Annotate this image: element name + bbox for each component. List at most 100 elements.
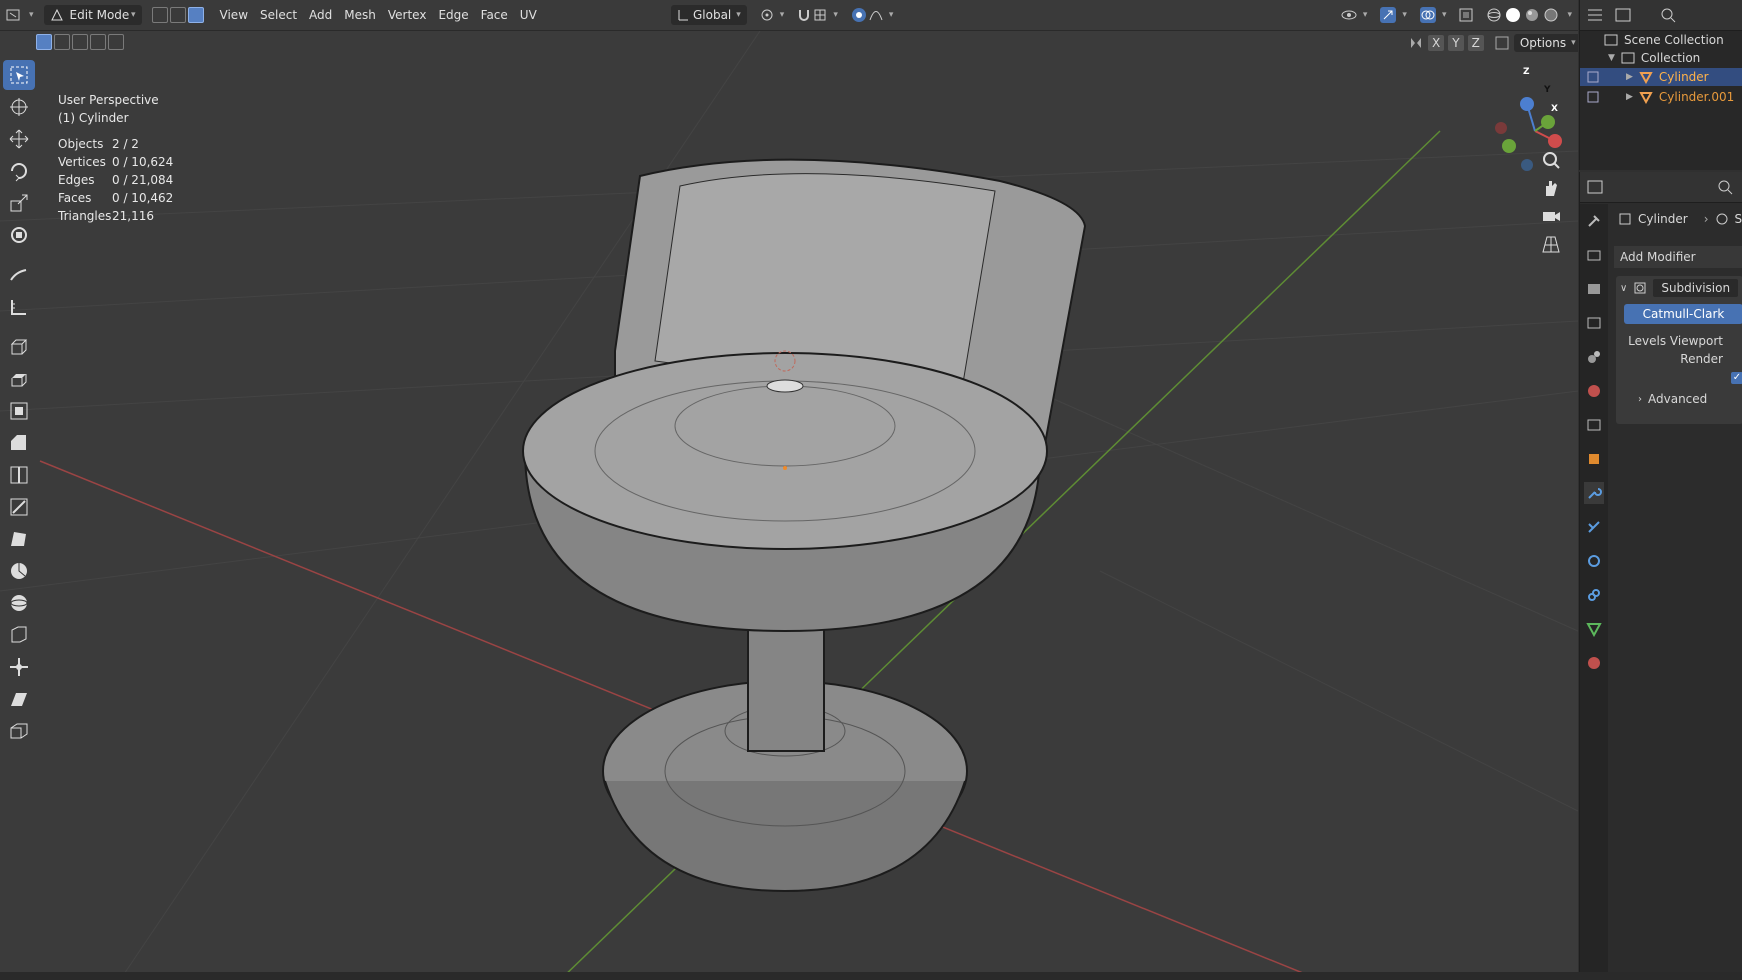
- select-extend-icon[interactable]: [54, 34, 70, 50]
- tab-material[interactable]: [1584, 652, 1604, 674]
- menu-add[interactable]: Add: [303, 4, 338, 26]
- outliner-item-cylinder[interactable]: ▶ Cylinder: [1580, 68, 1742, 86]
- display-mode-icon[interactable]: [1614, 7, 1632, 23]
- tab-tool[interactable]: [1584, 210, 1604, 232]
- options-dropdown[interactable]: Options ▾: [1513, 34, 1578, 52]
- subdivision-modifier-icon: [1634, 282, 1646, 294]
- wireframe-shading-icon[interactable]: [1486, 7, 1502, 23]
- edit-object-icon[interactable]: [1586, 90, 1600, 104]
- face-select-icon[interactable]: [187, 7, 204, 23]
- select-difference-icon[interactable]: [90, 34, 106, 50]
- gizmo-toggle-button[interactable]: ▾: [1373, 4, 1413, 26]
- outliner-item-cylinder-001[interactable]: ▶ Cylinder.001: [1580, 88, 1742, 106]
- collapse-arrow-icon[interactable]: ▼: [1608, 53, 1615, 63]
- perspective-grid-icon[interactable]: [1540, 233, 1562, 255]
- tool-knife[interactable]: [3, 492, 35, 522]
- tab-object[interactable]: [1584, 448, 1604, 470]
- tool-move[interactable]: [3, 124, 35, 154]
- edge-select-icon[interactable]: [169, 7, 186, 23]
- tab-physics[interactable]: [1584, 550, 1604, 572]
- menu-mesh[interactable]: Mesh: [338, 4, 382, 26]
- outliner-collection[interactable]: ▼ Collection: [1608, 49, 1700, 67]
- advanced-expand-icon: ›: [1638, 393, 1642, 405]
- tool-add-cube[interactable]: [3, 332, 35, 362]
- optimal-display-checkbox[interactable]: ✓: [1731, 372, 1742, 384]
- tool-select-box[interactable]: [3, 60, 35, 90]
- tool-rotate[interactable]: [3, 156, 35, 186]
- chair-model[interactable]: [522, 158, 1087, 893]
- tab-view-layer[interactable]: [1584, 312, 1604, 334]
- menu-uv[interactable]: UV: [514, 4, 543, 26]
- modifier-name-field[interactable]: Subdivision: [1653, 279, 1739, 297]
- expand-arrow-icon[interactable]: ▶: [1626, 72, 1633, 82]
- stat-value: 0 / 10,462: [112, 191, 174, 205]
- menu-view[interactable]: View: [214, 4, 254, 26]
- proportional-editing-button[interactable]: ▾: [844, 4, 900, 26]
- advanced-subpanel[interactable]: › Advanced: [1616, 388, 1742, 410]
- zoom-icon[interactable]: [1540, 149, 1562, 171]
- tab-output[interactable]: [1584, 278, 1604, 300]
- vertex-select-icon[interactable]: [151, 7, 168, 23]
- mirror-y-toggle[interactable]: Y: [1448, 35, 1464, 51]
- properties-search-icon[interactable]: [1717, 179, 1733, 195]
- overlays-button[interactable]: ▾: [1413, 4, 1453, 26]
- solid-shading-icon[interactable]: [1505, 7, 1521, 23]
- rendered-shading-icon[interactable]: [1543, 7, 1559, 23]
- edit-object-icon[interactable]: [1586, 70, 1600, 84]
- camera-icon[interactable]: [1540, 205, 1562, 227]
- tool-poly-build[interactable]: [3, 524, 35, 554]
- material-shading-icon[interactable]: [1524, 7, 1540, 23]
- origin-point: [783, 466, 787, 470]
- editor-type-button[interactable]: ▾: [0, 4, 40, 26]
- tool-transform[interactable]: [3, 220, 35, 250]
- mirror-x-toggle[interactable]: X: [1428, 35, 1445, 51]
- tool-measure[interactable]: [3, 292, 35, 322]
- tool-shrink-fatten[interactable]: [3, 652, 35, 682]
- tool-cursor[interactable]: [3, 92, 35, 122]
- tab-collection[interactable]: [1584, 414, 1604, 436]
- outliner-scene-collection[interactable]: Scene Collection: [1604, 31, 1724, 49]
- tab-data[interactable]: [1584, 618, 1604, 640]
- properties-editor-icon[interactable]: [1586, 179, 1604, 195]
- tab-particles[interactable]: [1584, 516, 1604, 538]
- menu-edge[interactable]: Edge: [432, 4, 474, 26]
- menu-face[interactable]: Face: [475, 4, 514, 26]
- mirror-z-toggle[interactable]: Z: [1467, 35, 1484, 51]
- tool-spin[interactable]: [3, 556, 35, 586]
- tool-edge-slide[interactable]: [3, 620, 35, 650]
- menu-select[interactable]: Select: [254, 4, 303, 26]
- tool-inset[interactable]: [3, 396, 35, 426]
- tool-annotate[interactable]: [3, 260, 35, 290]
- snap-button[interactable]: ▾: [790, 4, 844, 26]
- select-subtract-icon[interactable]: [72, 34, 88, 50]
- catmull-clark-button[interactable]: Catmull-Clark: [1624, 304, 1742, 324]
- auto-merge-icon[interactable]: [1494, 35, 1510, 51]
- outliner-editor-icon[interactable]: [1586, 7, 1604, 23]
- tool-rip[interactable]: [3, 716, 35, 746]
- xray-button[interactable]: [1452, 4, 1480, 26]
- tab-world[interactable]: [1584, 380, 1604, 402]
- pivot-point-button[interactable]: ▾: [753, 4, 791, 26]
- mode-dropdown[interactable]: Edit Mode ▾: [43, 5, 142, 25]
- add-modifier-button[interactable]: Add Modifier: [1614, 246, 1742, 268]
- tool-smooth[interactable]: [3, 588, 35, 618]
- modifier-collapse-icon[interactable]: ∨: [1620, 283, 1627, 294]
- tab-modifiers[interactable]: [1584, 482, 1604, 504]
- tool-bevel[interactable]: [3, 428, 35, 458]
- pan-hand-icon[interactable]: [1540, 177, 1562, 199]
- select-intersect-icon[interactable]: [108, 34, 124, 50]
- tool-loop-cut[interactable]: [3, 460, 35, 490]
- tool-scale[interactable]: [3, 188, 35, 218]
- menu-vertex[interactable]: Vertex: [382, 4, 433, 26]
- tab-render[interactable]: [1584, 244, 1604, 266]
- tool-shear[interactable]: [3, 684, 35, 714]
- select-new-icon[interactable]: [36, 34, 52, 50]
- tab-constraints[interactable]: [1584, 584, 1604, 606]
- expand-arrow-icon[interactable]: ▶: [1626, 92, 1633, 102]
- 3d-viewport[interactable]: Z X Y X Y Z Options ▾ User Perspective (1…: [0, 31, 1578, 980]
- tab-scene[interactable]: [1584, 346, 1604, 368]
- transform-orientation-dropdown[interactable]: Global ▾: [670, 5, 747, 25]
- visibility-button[interactable]: ▾: [1334, 4, 1374, 26]
- search-icon[interactable]: [1660, 7, 1676, 23]
- tool-extrude[interactable]: [3, 364, 35, 394]
